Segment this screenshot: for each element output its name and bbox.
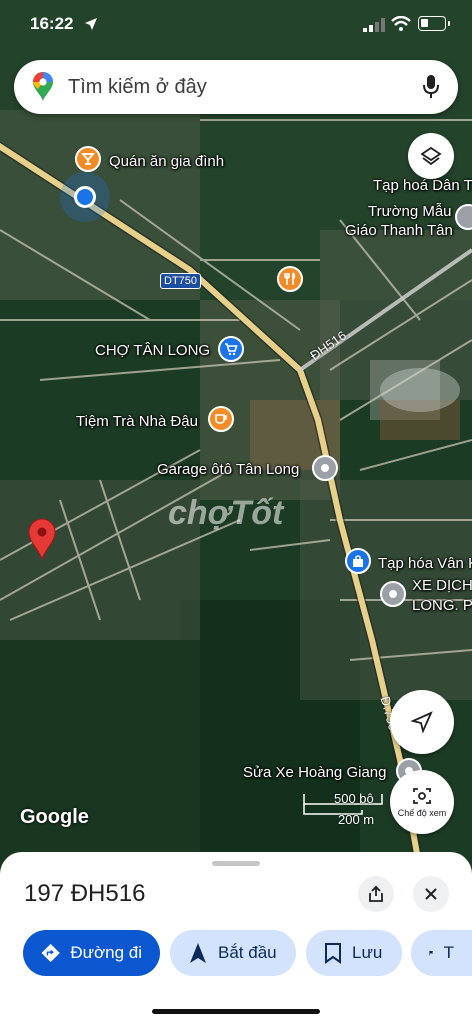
road-label-dt750: DT750 [160,273,202,289]
save-button[interactable]: Lưu [306,930,402,976]
navigation-arrow-icon [411,711,433,733]
shopping-bag-icon[interactable] [345,548,371,574]
flag-button[interactable]: T [411,930,472,976]
directions-button[interactable]: Đường đi [23,930,160,976]
place-label[interactable]: Tạp hóa Vân K [378,555,472,573]
directions-label: Đường đi [70,943,142,962]
location-arrow-icon [85,18,97,30]
google-maps-logo-icon [33,72,53,101]
place-label[interactable]: Giáo Thanh Tân [345,222,453,240]
place-icon[interactable] [380,581,406,607]
shopping-cart-icon[interactable] [218,336,244,362]
layers-button[interactable] [408,133,454,179]
dropped-pin-icon[interactable] [28,518,56,560]
place-label[interactable]: Tiệm Trà Nhà Đậu [76,413,198,431]
place-label[interactable]: Tạp hoá Dân T [373,177,472,195]
current-location-dot [74,186,96,208]
navigation-icon [190,943,206,963]
bookmark-icon [325,943,341,964]
camera-view-icon [413,788,431,804]
place-label[interactable]: Quán ăn gia đình [109,153,224,171]
place-icon[interactable] [312,455,338,481]
place-label[interactable]: LONG. P [412,597,472,615]
recenter-button[interactable] [390,690,454,754]
map-view[interactable]: DT750 ĐH516 Đ.750 chợTốt Quán ăn gia đìn… [0,0,472,870]
watermark: chợTốt [168,494,284,532]
place-sheet[interactable]: 197 ĐH516 Đường đi Bắt đầu Lưu T [0,852,472,1024]
google-attribution: Google [20,806,89,828]
wifi-icon [391,16,411,31]
view-mode-label: Chế độ xem [397,808,447,818]
place-label[interactable]: Garage ôtô Tân Long [157,461,299,479]
status-time: 16:22 [30,14,74,33]
place-label[interactable]: CHỢ TÂN LONG [95,342,210,360]
search-bar[interactable]: Tìm kiếm ở đây [14,60,458,114]
map-scale: 500 bộ 200 m [302,790,384,830]
status-bar: 16:22 [0,0,472,50]
place-label[interactable]: Sửa Xe Hoàng Giang [243,764,386,782]
battery-icon [418,16,450,31]
start-label: Bắt đầu [218,943,277,962]
home-indicator [152,1009,320,1014]
bar-icon[interactable] [75,146,101,172]
sheet-drag-handle[interactable] [212,861,260,866]
place-label[interactable]: Trường Mẫu [368,203,452,221]
layers-icon [420,146,442,166]
search-input[interactable]: Tìm kiếm ở đây [68,76,207,99]
flag-label: T [443,943,454,962]
place-label[interactable]: XE DỊCH [412,577,472,595]
scale-metric: 200 m [338,812,375,827]
signal-icon [363,18,385,32]
microphone-icon[interactable] [422,74,440,100]
directions-icon [41,943,60,963]
save-label: Lưu [352,943,383,962]
restaurant-icon[interactable] [277,266,303,292]
share-icon [369,885,383,902]
close-button[interactable] [413,876,449,912]
view-mode-button[interactable]: Chế độ xem [390,770,454,834]
close-icon [425,888,437,900]
place-title: 197 ĐH516 [24,880,146,907]
scale-imperial: 500 bộ [334,791,374,806]
share-button[interactable] [358,876,394,912]
flag-icon [429,950,434,956]
start-button[interactable]: Bắt đầu [170,930,296,976]
cafe-icon[interactable] [208,406,234,432]
